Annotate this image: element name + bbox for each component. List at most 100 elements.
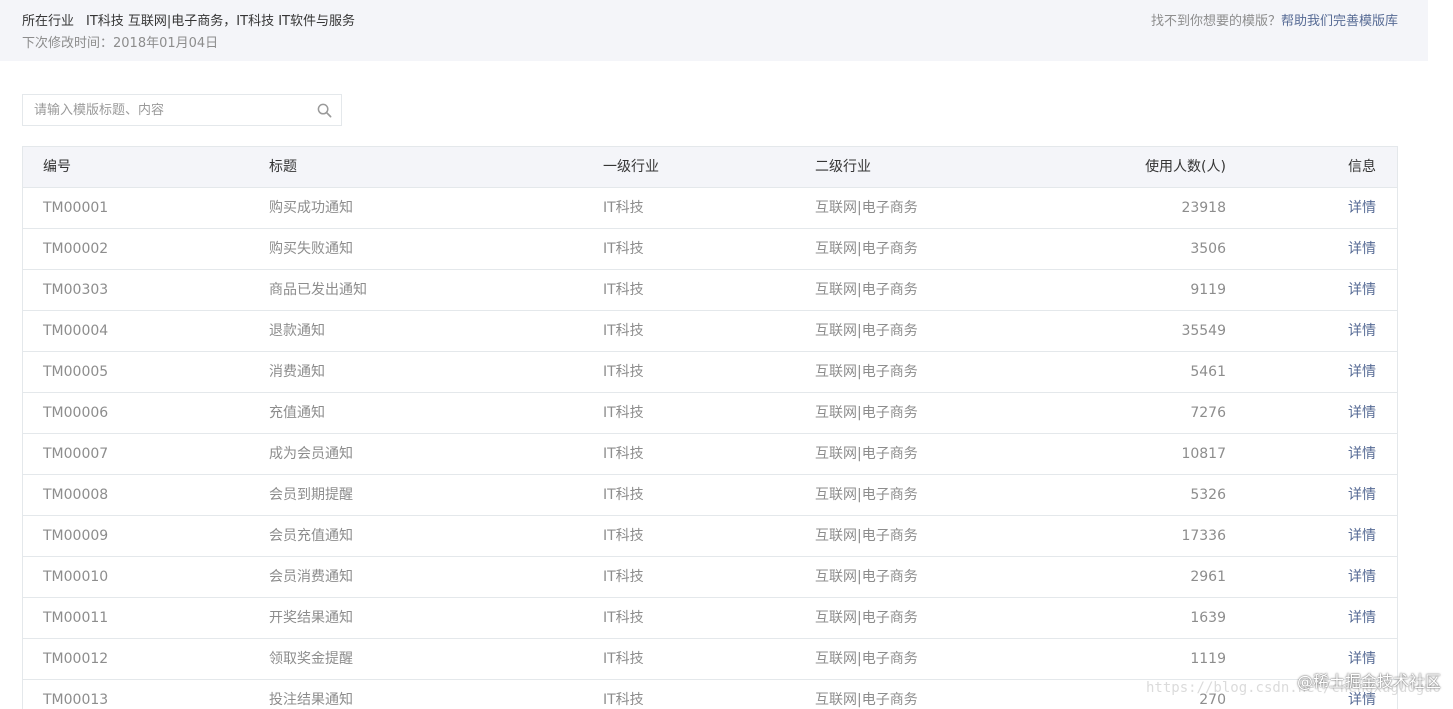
template-library-page: 所在行业 IT科技 互联网|电子商务，IT科技 IT软件与服务 下次修改时间：20… xyxy=(0,0,1453,709)
industry-line: 所在行业 IT科技 互联网|电子商务，IT科技 IT软件与服务 xyxy=(22,10,355,29)
template-id: TM00011 xyxy=(43,610,109,626)
header-info: 信息 xyxy=(1348,159,1376,175)
table-row: TM00004 退款通知 IT科技 互联网|电子商务 35549 详情 xyxy=(23,311,1397,352)
table-row: TM00005 消费通知 IT科技 互联网|电子商务 5461 详情 xyxy=(23,352,1397,393)
industry1: IT科技 xyxy=(603,200,644,216)
user-count: 35549 xyxy=(1181,323,1226,339)
template-title: 会员到期提醒 xyxy=(269,487,353,503)
industry2: 互联网|电子商务 xyxy=(815,241,918,257)
industry1: IT科技 xyxy=(603,323,644,339)
table-row: TM00009 会员充值通知 IT科技 互联网|电子商务 17336 详情 xyxy=(23,516,1397,557)
industry2: 互联网|电子商务 xyxy=(815,487,918,503)
industry1: IT科技 xyxy=(603,241,644,257)
table-body: TM00001 购买成功通知 IT科技 互联网|电子商务 23918 详情 TM00002 购… xyxy=(23,188,1397,709)
details-link[interactable]: 详情 xyxy=(1348,229,1376,269)
template-id: TM00010 xyxy=(43,569,109,585)
template-title: 购买失败通知 xyxy=(269,241,353,257)
user-count: 1639 xyxy=(1190,610,1226,626)
details-link[interactable]: 详情 xyxy=(1348,311,1376,351)
template-id: TM00303 xyxy=(43,282,109,298)
template-title: 消费通知 xyxy=(269,364,325,380)
table-row: TM00006 充值通知 IT科技 互联网|电子商务 7276 详情 xyxy=(23,393,1397,434)
industry-label: 所在行业 xyxy=(22,14,75,29)
template-title: 退款通知 xyxy=(269,323,325,339)
table-row: TM00011 开奖结果通知 IT科技 互联网|电子商务 1639 详情 xyxy=(23,598,1397,639)
details-link[interactable]: 详情 xyxy=(1348,434,1376,474)
industry2: 互联网|电子商务 xyxy=(815,692,918,708)
industry1: IT科技 xyxy=(603,692,644,708)
industry2: 互联网|电子商务 xyxy=(815,446,918,462)
user-count: 10817 xyxy=(1181,446,1226,462)
template-id: TM00001 xyxy=(43,200,109,216)
industry1: IT科技 xyxy=(603,446,644,462)
template-title: 会员消费通知 xyxy=(269,569,353,585)
table-header: 编号 标题 一级行业 二级行业 使用人数(人) 信息 xyxy=(23,147,1397,188)
header-id: 编号 xyxy=(43,159,71,175)
search-input[interactable] xyxy=(23,95,313,125)
industry2: 互联网|电子商务 xyxy=(815,323,918,339)
table-row: TM00012 领取奖金提醒 IT科技 互联网|电子商务 1119 详情 xyxy=(23,639,1397,680)
template-id: TM00006 xyxy=(43,405,109,421)
details-link[interactable]: 详情 xyxy=(1348,516,1376,556)
industry2: 互联网|电子商务 xyxy=(815,282,918,298)
industry2: 互联网|电子商务 xyxy=(815,569,918,585)
user-count: 5326 xyxy=(1190,487,1226,503)
watermark: @稀土掘金技术社区 xyxy=(1296,672,1441,691)
template-id: TM00004 xyxy=(43,323,109,339)
industry1: IT科技 xyxy=(603,487,644,503)
industry1: IT科技 xyxy=(603,651,644,667)
industry-info-bar: 所在行业 IT科技 互联网|电子商务，IT科技 IT软件与服务 下次修改时间：20… xyxy=(0,0,1428,61)
search-icon[interactable] xyxy=(317,103,332,118)
user-count: 7276 xyxy=(1190,405,1226,421)
industry2: 互联网|电子商务 xyxy=(815,364,918,380)
modified-time: 下次修改时间：2018年01月04日 xyxy=(22,36,219,51)
template-title: 开奖结果通知 xyxy=(269,610,353,626)
template-title: 领取奖金提醒 xyxy=(269,651,353,667)
table-row: TM00007 成为会员通知 IT科技 互联网|电子商务 10817 详情 xyxy=(23,434,1397,475)
header-title: 标题 xyxy=(269,159,297,175)
user-count: 5461 xyxy=(1190,364,1226,380)
template-id: TM00005 xyxy=(43,364,109,380)
details-link[interactable]: 详情 xyxy=(1348,475,1376,515)
user-count: 9119 xyxy=(1190,282,1226,298)
template-table: 编号 标题 一级行业 二级行业 使用人数(人) 信息 TM00001 购买成功通知… xyxy=(22,146,1398,709)
template-id: TM00009 xyxy=(43,528,109,544)
template-title: 会员充值通知 xyxy=(269,528,353,544)
table-row: TM00010 会员消费通知 IT科技 互联网|电子商务 2961 详情 xyxy=(23,557,1397,598)
help-text: 找不到你想要的模版？帮助我们完善模版库 xyxy=(1151,10,1398,29)
table-row: TM00002 购买失败通知 IT科技 互联网|电子商务 3506 详情 xyxy=(23,229,1397,270)
user-count: 1119 xyxy=(1190,651,1226,667)
template-title: 充值通知 xyxy=(269,405,325,421)
search-box xyxy=(22,94,342,126)
header-industry2: 二级行业 xyxy=(815,159,871,175)
header-users: 使用人数(人) xyxy=(1145,159,1226,175)
industry2: 互联网|电子商务 xyxy=(815,610,918,626)
industry2: 互联网|电子商务 xyxy=(815,405,918,421)
help-prefix: 找不到你想要的模版？ xyxy=(1150,14,1281,29)
template-title: 成为会员通知 xyxy=(269,446,353,462)
user-count: 2961 xyxy=(1190,569,1226,585)
user-count: 3506 xyxy=(1190,241,1226,257)
header-industry1: 一级行业 xyxy=(603,159,659,175)
user-count: 17336 xyxy=(1181,528,1226,544)
template-title: 购买成功通知 xyxy=(269,200,353,216)
details-link[interactable]: 详情 xyxy=(1348,598,1376,638)
template-title: 商品已发出通知 xyxy=(269,282,367,298)
table-row: TM00303 商品已发出通知 IT科技 互联网|电子商务 9119 详情 xyxy=(23,270,1397,311)
details-link[interactable]: 详情 xyxy=(1348,188,1376,228)
details-link[interactable]: 详情 xyxy=(1348,393,1376,433)
industry1: IT科技 xyxy=(603,569,644,585)
template-title: 投注结果通知 xyxy=(269,692,353,708)
template-id: TM00002 xyxy=(43,241,109,257)
template-id: TM00012 xyxy=(43,651,109,667)
details-link[interactable]: 详情 xyxy=(1348,557,1376,597)
industry1: IT科技 xyxy=(603,364,644,380)
industry2: 互联网|电子商务 xyxy=(815,528,918,544)
table-row: TM00001 购买成功通知 IT科技 互联网|电子商务 23918 详情 xyxy=(23,188,1397,229)
details-link[interactable]: 详情 xyxy=(1348,270,1376,310)
industry-value: IT科技 互联网|电子商务，IT科技 IT软件与服务 xyxy=(86,14,355,29)
details-link[interactable]: 详情 xyxy=(1348,352,1376,392)
template-id: TM00007 xyxy=(43,446,109,462)
help-link[interactable]: 帮助我们完善模版库 xyxy=(1281,14,1398,29)
industry1: IT科技 xyxy=(603,282,644,298)
